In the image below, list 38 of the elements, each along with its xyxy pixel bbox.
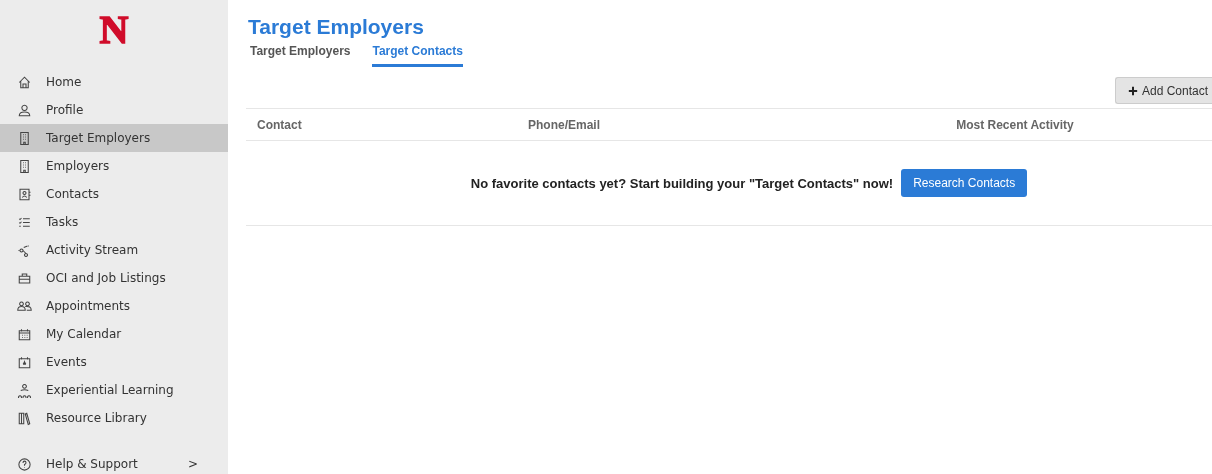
plus-icon [1127, 85, 1138, 96]
nav-icon [17, 354, 32, 370]
research-contacts-button[interactable]: Research Contacts [901, 169, 1028, 197]
nav-icon [17, 382, 32, 398]
sidebar-item[interactable]: Tasks [0, 208, 228, 236]
sidebar-item[interactable]: Home [0, 68, 228, 96]
sidebar-item[interactable]: Resource Library [0, 404, 228, 432]
help-icon [17, 456, 32, 472]
nav-icon [17, 102, 32, 118]
column-header: Most Recent Activity [955, 117, 1075, 132]
sidebar-item[interactable]: Activity Stream [0, 236, 228, 264]
nav-icon [17, 242, 32, 258]
nav-icon [17, 130, 32, 146]
column-header: Contact [256, 117, 303, 132]
tab[interactable]: Target Employers [250, 40, 351, 67]
chevron: > [187, 457, 198, 471]
sidebar-item[interactable]: OCI and Job Listings [0, 264, 228, 292]
sidebar-item[interactable]: Events [0, 348, 228, 376]
sidebar-item[interactable]: Contacts [0, 180, 228, 208]
tab[interactable]: Target Contacts [372, 40, 463, 67]
sidebar-item[interactable]: My Calendar [0, 320, 228, 348]
nav-icon [17, 158, 32, 174]
sidebar-item[interactable]: Appointments [0, 292, 228, 320]
nav-icon [17, 74, 32, 90]
sidebar-item[interactable]: Target Employers [0, 124, 228, 152]
nav-icon [17, 270, 32, 286]
sidebar-item[interactable]: Profile [0, 96, 228, 124]
page-title: Target Employers [247, 14, 425, 40]
empty-message: No favorite contacts yet? Start building your "Target Contacts" now! [470, 175, 894, 191]
nav-icon [17, 186, 32, 202]
logo: N [98, 6, 130, 54]
sidebar-item[interactable]: Experiential Learning [0, 376, 228, 404]
add-contact-button[interactable]: Add Contact [1114, 77, 1212, 104]
column-header: Phone/Email [528, 117, 602, 132]
nav-icon [17, 410, 32, 426]
nav-icon [17, 326, 32, 342]
sidebar-item[interactable]: Employers [0, 152, 228, 180]
sidebar-item[interactable]: Help & Support > [0, 450, 228, 474]
